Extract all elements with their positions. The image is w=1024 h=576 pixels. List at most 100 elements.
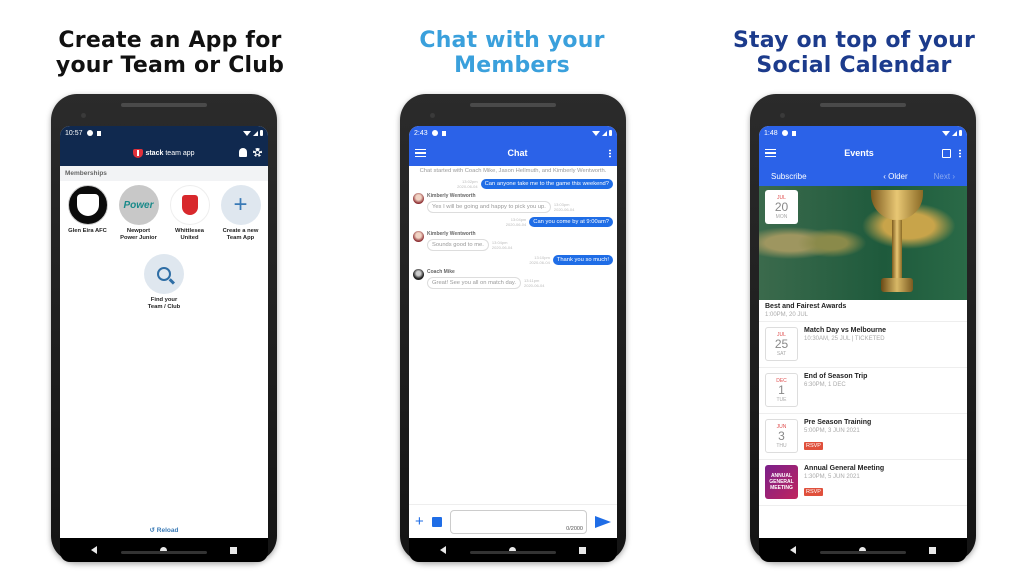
recents-icon[interactable] (928, 546, 936, 554)
notification-icon (781, 130, 788, 136)
membership-tile-glen-eira[interactable]: Glen Eira AFC (64, 185, 112, 242)
reload-button[interactable]: ↺ Reload (60, 526, 268, 534)
sender-name: Kimberly Wentworth (427, 193, 476, 199)
kimberly-avatar[interactable] (413, 231, 424, 242)
front-camera (780, 113, 785, 118)
sender-name: Coach Mike (427, 269, 455, 275)
club-logo (169, 185, 210, 225)
event-list-item[interactable]: ANNUAL GENERAL MEETING Annual General Mee… (759, 460, 967, 506)
message-input[interactable]: 0/2000 (449, 509, 587, 534)
message-composer: + 0/2000 (409, 504, 617, 538)
system-nav-bar (759, 538, 967, 562)
headline: Stay on top of your Social Calendar (684, 28, 1024, 78)
send-icon[interactable] (595, 515, 611, 528)
next-button[interactable]: Next › (934, 172, 955, 181)
message-bubble[interactable]: Can anyone take me to the game this week… (480, 179, 613, 189)
event-title: Best and Fairest Awards (765, 303, 847, 310)
coach-mike-avatar[interactable] (413, 269, 424, 280)
headline-line: Stay on top of your (732, 28, 976, 53)
status-time: 10:57 (65, 129, 83, 137)
featured-event-image[interactable]: JUL 20 MON (759, 186, 967, 300)
tile-label: Whittlesea United (175, 228, 204, 241)
poll-icon[interactable] (431, 516, 442, 527)
battery-icon (260, 130, 263, 136)
tile-label: Create a new Team App (222, 228, 259, 241)
status-bar: 1:48 (759, 126, 967, 140)
date-badge: JUL 25 SAT (765, 327, 798, 361)
event-subtitle: 10:30AM, 25 JUL | TICKETED (804, 336, 885, 342)
screen: 10:57 stack team app Memberships Glen Ei… (60, 126, 268, 538)
logo-text: team app (165, 149, 195, 157)
more-options-icon[interactable] (609, 148, 611, 158)
signal-icon (253, 130, 258, 136)
page-title: Chat (507, 148, 528, 158)
club-logo: Power (118, 185, 159, 225)
older-button[interactable]: ‹ Older (883, 172, 907, 181)
message-bubble[interactable]: Great! See you all on match day. (427, 277, 521, 289)
event-list-item[interactable]: JUN 3 THU Pre Season Training 5:00PM, 3 JUN … (759, 414, 967, 460)
recents-icon[interactable] (578, 546, 586, 554)
message-outgoing: 13:04pm 2020-06-04 Can you come by at 9:00… (413, 217, 613, 227)
battery-icon (609, 130, 612, 136)
rsvp-button[interactable]: RSVP (804, 488, 823, 496)
speaker-grill (820, 551, 906, 554)
page-title: Events (844, 148, 874, 158)
subscribe-button[interactable]: Subscribe (771, 172, 883, 181)
sim-icon (791, 130, 796, 136)
more-options-icon[interactable] (959, 148, 961, 158)
phone-frame: 2:43 Chat Chat started with Coach Mike, … (400, 94, 626, 562)
phone-frame: 1:48 Events Subscribe ‹ Older Next › JUL… (750, 94, 976, 562)
headline-line: Create an App for (58, 28, 282, 53)
headline: Chat with your Members (342, 28, 682, 78)
signal-icon (602, 130, 607, 136)
notification-icon (86, 130, 93, 136)
message-timestamp: 13:03pm 2020-06-04 (553, 202, 575, 212)
gear-icon[interactable] (253, 148, 262, 157)
section-title: Memberships (60, 166, 268, 181)
app-bar: Events (759, 140, 967, 166)
wifi-icon (942, 130, 950, 136)
back-icon[interactable] (91, 546, 98, 554)
front-camera (430, 113, 435, 118)
message-bubble[interactable]: Thank you so much! (552, 255, 613, 265)
back-icon[interactable] (790, 546, 797, 554)
headline-line: your Team or Club (55, 53, 285, 78)
rsvp-button[interactable]: RSVP (804, 442, 823, 450)
headline-line: Members (454, 53, 570, 78)
calendar-icon[interactable] (942, 148, 951, 158)
bell-icon[interactable] (239, 148, 247, 157)
event-list-item[interactable]: DEC 1 TUE End of Season Trip 6:30PM, 1 DEC (759, 368, 967, 414)
message-bubble[interactable]: Sounds good to me. (427, 239, 489, 251)
speaker-grill (121, 551, 207, 554)
membership-tile-newport[interactable]: Power Newport Power Junior (115, 185, 163, 242)
notification-icon (431, 130, 438, 136)
menu-icon[interactable] (765, 149, 776, 157)
app-bar: Chat (409, 140, 617, 166)
status-time: 2:43 (414, 129, 428, 137)
speaker (470, 103, 556, 107)
panel-chat: Chat with your Members 2:43 Chat Chat st… (342, 0, 682, 576)
menu-icon[interactable] (415, 149, 426, 157)
event-list-item[interactable]: JUL 25 SAT Match Day vs Melbourne 10:30AM, 2… (759, 322, 967, 368)
front-camera (81, 113, 86, 118)
recents-icon[interactable] (229, 546, 237, 554)
back-icon[interactable] (440, 546, 447, 554)
membership-tile-whittlesea[interactable]: Whittlesea United (166, 185, 214, 242)
message-timestamp: 13:10pm 2020-06-04 (529, 255, 550, 265)
wifi-icon (243, 130, 251, 136)
events-subbar: Subscribe ‹ Older Next › (759, 166, 967, 186)
find-team-tile[interactable]: Find your Team / Club (140, 254, 188, 311)
message-incoming: Kimberly Wentworth Sounds good to me. 13:0… (413, 231, 613, 251)
kimberly-avatar[interactable] (413, 193, 424, 204)
wifi-icon (592, 130, 600, 136)
plus-icon: + (220, 185, 261, 225)
add-attachment-button[interactable]: + (415, 514, 424, 529)
message-outgoing: 13:10pm 2020-06-04 Thank you so much! (413, 255, 613, 265)
speaker-grill (470, 551, 556, 554)
featured-event[interactable]: Best and Fairest Awards 1:00PM, 20 JUL (759, 300, 967, 322)
chat-intro: Chat started with Coach Mike, Jason Hell… (419, 168, 607, 174)
create-team-app-tile[interactable]: + Create a new Team App (217, 185, 265, 242)
event-title: Pre Season Training (804, 419, 872, 426)
message-bubble[interactable]: Yes I will be going and happy to pick yo… (427, 201, 551, 213)
message-bubble[interactable]: Can you come by at 9:00am? (529, 217, 613, 227)
